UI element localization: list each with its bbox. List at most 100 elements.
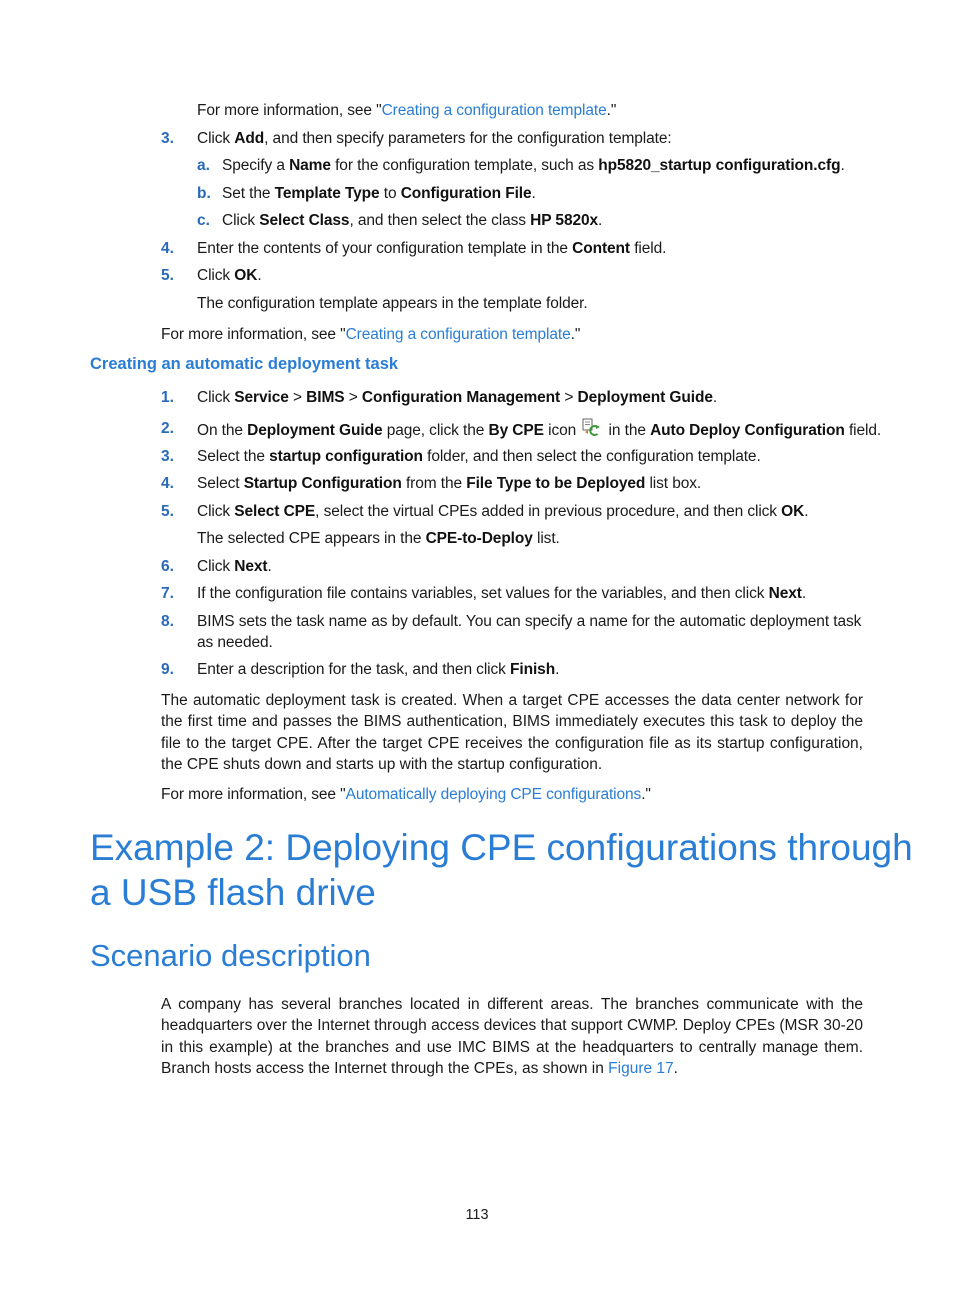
- ui-term: Name: [289, 157, 331, 174]
- task-step-8-line1: BIMS sets the task name as by default. Y…: [197, 613, 862, 630]
- ui-term: Configuration File: [400, 185, 532, 202]
- intro-more-info: For more information, see "Creating a co…: [197, 100, 616, 121]
- text: >: [344, 389, 362, 406]
- text: For more information, see ": [161, 326, 346, 343]
- text: .: [840, 157, 845, 174]
- by-cpe-icon: [582, 418, 602, 436]
- ui-term: Next: [768, 585, 802, 602]
- result-paragraph: The automatic deployment task is created…: [161, 692, 863, 773]
- step-number: 8.: [161, 613, 174, 630]
- step-5-note: The configuration template appears in th…: [197, 295, 588, 312]
- step-number: 2.: [161, 420, 174, 437]
- ui-term: Content: [572, 240, 630, 257]
- scenario-description-heading: Scenario description: [90, 938, 371, 973]
- task-step-2: On the Deployment Guide page, click the …: [197, 418, 881, 441]
- text: Click: [197, 558, 235, 575]
- text: For more information, see ": [197, 102, 382, 119]
- step-number: 4.: [161, 475, 174, 492]
- substep-a: Specify a Name for the configuration tem…: [222, 155, 845, 176]
- text: The selected CPE appears in the: [197, 530, 426, 547]
- substep-letter: b.: [197, 185, 211, 202]
- text: .: [555, 661, 560, 678]
- text: Click: [197, 130, 235, 147]
- text: A company has several branches located i…: [161, 996, 863, 1077]
- step-5-ok: Click OK.: [197, 265, 262, 286]
- text: Click: [222, 212, 260, 229]
- scenario-paragraph: A company has several branches located i…: [161, 994, 863, 1079]
- step-number: 3.: [161, 448, 174, 465]
- text: .: [673, 1059, 678, 1077]
- step-3-add: Click Add, and then specify parameters f…: [197, 128, 672, 149]
- text: For more information, see ": [161, 786, 346, 803]
- page-number: 113: [465, 1207, 489, 1223]
- ui-term: Add: [234, 130, 265, 147]
- text: .: [257, 267, 262, 284]
- text: .: [531, 185, 536, 202]
- ui-term: Deployment Guide: [577, 389, 713, 406]
- text: Click: [197, 503, 235, 520]
- text: .": [570, 326, 581, 343]
- text: from the: [401, 475, 467, 492]
- text: Click: [197, 389, 235, 406]
- task-step-9: Enter a description for the task, and th…: [197, 659, 559, 680]
- example-title-line1: Example 2: Deploying CPE configurations …: [90, 827, 913, 868]
- text: >: [288, 389, 307, 406]
- link-auto-deploying-cpe-configs[interactable]: Automatically deploying CPE configuratio…: [346, 786, 642, 803]
- link-creating-config-template[interactable]: Creating a configuration template: [382, 102, 607, 119]
- ui-term: CPE-to-Deploy: [425, 530, 533, 547]
- text: list.: [532, 530, 560, 547]
- link-figure-17[interactable]: Figure 17: [608, 1060, 673, 1077]
- step-number: 9.: [161, 661, 174, 678]
- ui-term: Configuration Management: [361, 389, 561, 406]
- ui-term: Select Class: [259, 212, 350, 229]
- task-step-7: If the configuration file contains varia…: [197, 583, 806, 604]
- text: .: [804, 503, 809, 520]
- text: list box.: [645, 475, 702, 492]
- text: Select: [197, 475, 244, 492]
- text: Enter a description for the task, and th…: [197, 661, 511, 678]
- text: Set the: [222, 185, 275, 202]
- ui-term: OK: [234, 267, 258, 284]
- text: to: [379, 185, 401, 202]
- task-step-5: Click Select CPE, select the virtual CPE…: [197, 501, 809, 522]
- text: .": [606, 102, 617, 119]
- substep-letter: a.: [197, 157, 210, 174]
- task-more-info: For more information, see "Automatically…: [161, 784, 651, 805]
- text: .: [801, 585, 807, 602]
- task-step-8-line2: as needed.: [197, 634, 273, 651]
- step-number: 6.: [161, 558, 174, 575]
- example-title-line2: a USB flash drive: [90, 872, 376, 913]
- text: for the configuration template, such as: [330, 157, 599, 174]
- step-number: 7.: [161, 585, 174, 602]
- task-step-4: Select Startup Configuration from the Fi…: [197, 473, 701, 494]
- text: in the: [604, 422, 651, 439]
- ui-term: BIMS: [306, 389, 345, 406]
- step-number: 5.: [161, 267, 174, 284]
- ui-term: Auto Deploy Configuration: [650, 422, 845, 439]
- ui-term: File Type to be Deployed: [466, 475, 646, 492]
- text: >: [560, 389, 578, 406]
- ui-term: Startup Configuration: [243, 475, 402, 492]
- ui-term: Next: [234, 558, 268, 575]
- text: page, click the: [382, 422, 489, 439]
- ui-term: Finish: [510, 661, 556, 678]
- substep-letter: c.: [197, 212, 210, 229]
- step-number: 3.: [161, 130, 174, 147]
- ui-term: Select CPE: [234, 503, 316, 520]
- task-step-6: Click Next.: [197, 556, 272, 577]
- ui-term: Service: [234, 389, 289, 406]
- text: , and then select the class: [349, 212, 531, 229]
- text: icon: [543, 422, 581, 439]
- text: .": [641, 786, 651, 803]
- ui-term: Template Type: [274, 185, 380, 202]
- text: Specify a: [222, 157, 290, 174]
- ui-term: OK: [781, 503, 805, 520]
- ui-term: startup configuration: [269, 448, 423, 465]
- substep-c: Click Select Class, and then select the …: [222, 210, 602, 231]
- ui-term: hp5820_startup configuration.cfg: [598, 157, 841, 174]
- text: , and then specify parameters for the co…: [264, 130, 672, 147]
- step-4-content: Enter the contents of your configuration…: [197, 238, 666, 259]
- top-more-info: For more information, see "Creating a co…: [161, 324, 580, 345]
- link-creating-config-template-2[interactable]: Creating a configuration template: [346, 326, 571, 343]
- text: Click: [197, 267, 235, 284]
